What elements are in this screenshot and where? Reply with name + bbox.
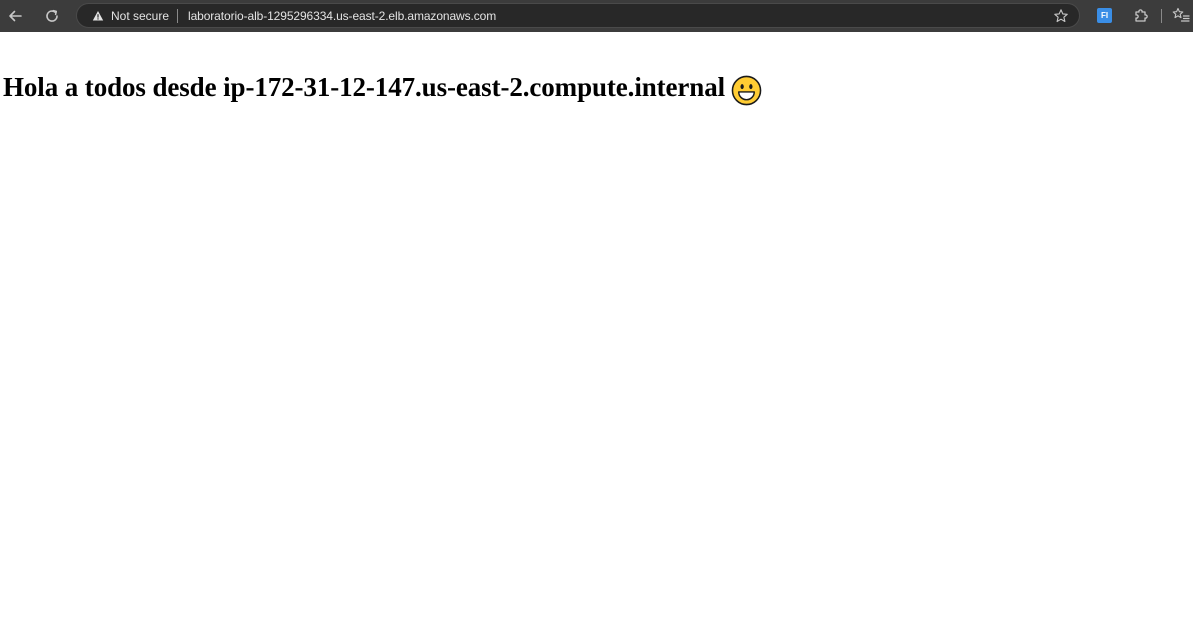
browser-toolbar: Not secure laboratorio-alb-1295296334.us…: [0, 0, 1193, 32]
security-status-label[interactable]: Not secure: [111, 9, 169, 23]
toolbar-divider: [1161, 9, 1162, 23]
star-icon[interactable]: [1053, 8, 1069, 24]
back-button[interactable]: [4, 5, 26, 27]
grinning-face-emoji: [731, 75, 762, 106]
back-arrow-icon: [9, 10, 22, 22]
warning-icon[interactable]: [92, 10, 104, 22]
address-bar[interactable]: Not secure laboratorio-alb-1295296334.us…: [76, 3, 1080, 28]
reload-icon: [46, 9, 58, 22]
extension-fi-icon[interactable]: FI: [1097, 8, 1112, 23]
extensions-puzzle-icon[interactable]: [1133, 7, 1149, 23]
address-separator: [177, 9, 178, 23]
favorites-list-icon[interactable]: [1172, 7, 1190, 23]
url-text[interactable]: laboratorio-alb-1295296334.us-east-2.elb…: [188, 9, 496, 23]
reload-button[interactable]: [41, 5, 63, 27]
page-heading: Hola a todos desde ip-172-31-12-147.us-e…: [3, 72, 726, 102]
